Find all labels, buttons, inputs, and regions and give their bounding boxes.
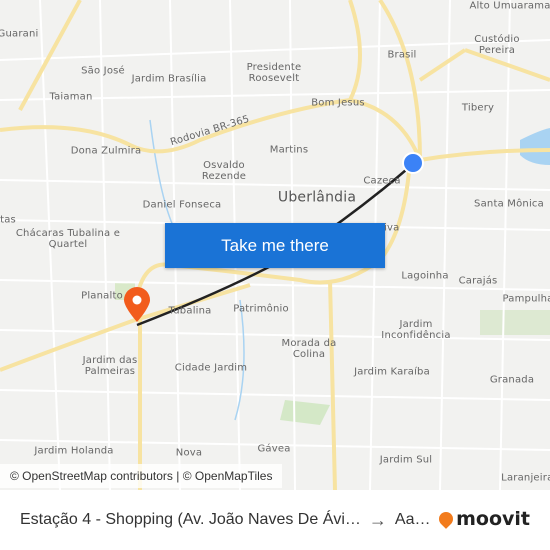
map-label: Gávea [257,443,291,455]
moovit-pin-icon [436,509,457,529]
city-label: Uberlândia [277,189,357,206]
park [480,310,550,335]
map-label: Brasil [387,49,417,61]
map-label: Jardim Holanda [34,445,114,457]
map-label: Patrimônio [233,303,289,315]
map-label: Granada [489,374,535,386]
map-label: Jardim das Palmeiras [82,355,138,377]
map-label: Dona Zulmira [70,145,142,157]
brand-name: moovit [456,508,530,530]
map-label: Pampulha [502,293,550,305]
map-label: Morada da Colina [281,338,337,360]
map-label: Daniel Fonseca [142,199,222,211]
footer: Estação 4 - Shopping (Av. João Naves De … [0,490,550,550]
arrow-right-icon: → [368,509,387,530]
map-label: tas [0,214,16,226]
map-label: Planalto [81,290,123,302]
map[interactable]: Alto Umuarama Guarani Brasil Custódio Pe… [0,0,550,490]
map-label: Tibery [461,102,495,114]
origin-stop: Estação 4 - Shopping (Av. João Naves De … [20,511,361,528]
map-label: Cazeca [363,175,401,187]
map-label: Cidade Jardim [174,362,248,374]
map-label: Jardim Sul [379,454,433,466]
lake [520,128,550,165]
map-label: Custódio Pereira [474,34,520,56]
map-label: Laranjeiras [501,472,550,484]
map-label: Jardim Inconfidência [381,319,451,341]
moovit-logo: moovit [436,508,530,530]
map-label: Martins [269,144,309,156]
map-label: Bom Jesus [311,97,365,109]
map-label: Presidente Roosevelt [246,62,302,84]
park [280,400,330,425]
map-label: Alto Umuarama [469,0,550,12]
map-label: Santa Mônica [474,198,544,210]
take-me-there-button[interactable]: Take me there [165,223,385,268]
map-label: Osvaldo Rezende [201,160,247,182]
map-label: Taiaman [49,91,93,103]
map-label: Jardim Brasília [131,73,207,85]
map-attribution[interactable]: © OpenStreetMap contributors | © OpenMap… [0,464,283,488]
map-label: Tubalina [168,305,212,317]
origin-marker [402,152,424,174]
destination-stop: Aa… [394,511,431,528]
map-label: Lagoinha [401,270,449,282]
map-label: Jardim Karaíba [354,366,430,378]
map-label: Nova [175,447,203,459]
map-label: Carajás [458,275,498,287]
map-label: São José [81,65,125,77]
map-label: Guarani [0,28,39,40]
map-label: Chácaras Tubalina e Quartel [15,228,121,250]
